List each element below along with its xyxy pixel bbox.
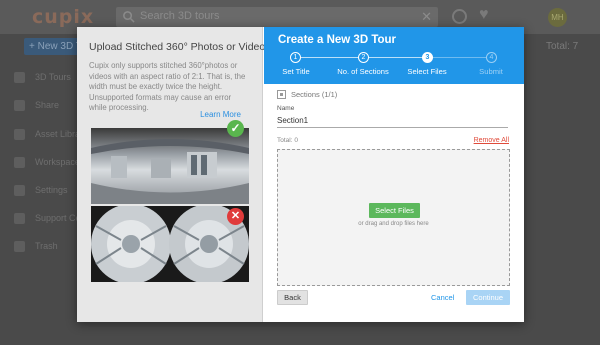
name-label: Name: [277, 105, 295, 112]
search-icon: [123, 11, 135, 23]
tours-icon: [14, 71, 25, 83]
step-connector: [429, 57, 491, 58]
valid-equirectangular-example: [91, 128, 249, 204]
wizard-panel: Create a New 3D Tour 1 2 3 4 Set Title N…: [264, 27, 524, 322]
back-button[interactable]: Back: [277, 290, 308, 305]
sidebar-item-trash[interactable]: Trash: [14, 239, 58, 253]
help-icon: [14, 212, 25, 224]
wizard-title: Create a New 3D Tour: [278, 34, 397, 46]
sections-count: Sections (1/1): [291, 90, 338, 99]
create-tour-modal: Upload Stitched 360° Photos or Videos. C…: [77, 27, 524, 322]
sections-icon: [277, 90, 286, 99]
library-icon: [14, 128, 25, 140]
clear-search-icon[interactable]: ✕: [421, 9, 432, 25]
step-1-label: Set Title: [282, 67, 310, 76]
continue-button[interactable]: Continue: [466, 290, 510, 305]
step-connector: [365, 57, 427, 58]
step-3-marker: 3: [422, 52, 433, 63]
heart-icon[interactable]: ♥: [479, 6, 489, 24]
sidebar-item-workspaces[interactable]: Workspaces: [14, 155, 84, 169]
sidebar-item-share[interactable]: Share: [14, 98, 59, 112]
close-icon: ✕: [227, 208, 244, 225]
tour-total: Total: 7: [546, 41, 579, 52]
step-connector: [295, 57, 363, 58]
learn-more-link[interactable]: Learn More: [200, 110, 241, 119]
check-icon: ✓: [227, 120, 244, 137]
folder-icon: [14, 156, 25, 168]
user-avatar[interactable]: MH: [548, 8, 567, 27]
search-input[interactable]: Search 3D tours: [140, 10, 219, 22]
globe-icon[interactable]: [452, 9, 467, 24]
cancel-button[interactable]: Cancel: [431, 293, 454, 302]
gear-icon: [14, 184, 25, 196]
sidebar-item-label: Settings: [35, 185, 68, 195]
step-2-marker: 2: [358, 52, 369, 63]
cupix-logo[interactable]: cupix: [32, 6, 94, 28]
new-3d-tour-button[interactable]: + New 3D Tour: [24, 38, 84, 55]
wizard-header: Create a New 3D Tour 1 2 3 4 Set Title N…: [264, 27, 524, 84]
step-1-marker: 1: [290, 52, 301, 63]
sections-header: Sections (1/1): [277, 90, 337, 99]
sidebar-item-label: 3D Tours: [35, 72, 71, 82]
step-4-label: Submit: [479, 67, 503, 76]
step-3-label: Select Files: [407, 67, 447, 76]
drop-hint: or drag and drop files here: [358, 221, 429, 227]
section-name-input[interactable]: [277, 114, 508, 128]
step-4-marker: 4: [486, 52, 497, 63]
sidebar-item-3d-tours[interactable]: 3D Tours: [14, 70, 71, 84]
search-bar[interactable]: Search 3D tours ✕: [116, 7, 438, 27]
files-total: Total: 0: [277, 137, 298, 144]
sidebar-item-settings[interactable]: Settings: [14, 183, 68, 197]
remove-all-link[interactable]: Remove All: [474, 137, 509, 144]
file-dropzone[interactable]: Select Files or drag and drop files here: [277, 149, 510, 286]
step-2-label: No. of Sections: [337, 67, 389, 76]
upload-info-panel: Upload Stitched 360° Photos or Videos. C…: [77, 27, 273, 322]
trash-icon: [14, 240, 25, 252]
sidebar-item-label: Share: [35, 100, 60, 110]
invalid-fisheye-example: [91, 206, 249, 282]
upload-info-description: Cupix only supports stitched 360°photos …: [89, 61, 246, 112]
select-files-button[interactable]: Select Files: [369, 203, 420, 218]
upload-info-title: Upload Stitched 360° Photos or Videos.: [89, 41, 274, 53]
sidebar-item-label: Trash: [35, 241, 58, 251]
share-icon: [14, 99, 25, 111]
